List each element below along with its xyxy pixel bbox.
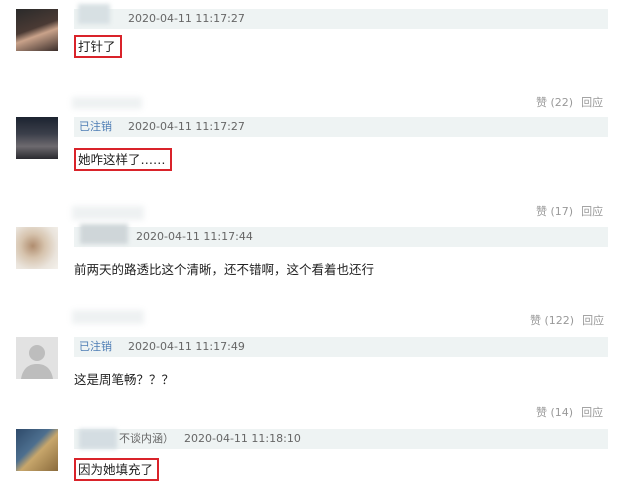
username-deleted[interactable]: 已注销 [79,117,112,137]
avatar-default[interactable] [16,337,58,379]
avatar[interactable] [16,429,58,471]
comment-actions: 赞 (122) 回应 [530,313,604,329]
like-button[interactable]: 赞 (14) [536,406,573,419]
comment-text: 因为她填充了 [74,458,160,481]
reply-button[interactable]: 回应 [582,314,604,327]
comment-timestamp: 2020-04-11 11:17:44 [136,230,253,243]
reply-button[interactable]: 回应 [581,406,603,419]
comment-actions: 赞 (17) 回应 [536,204,603,220]
highlight-box: 因为她填充了 [74,458,160,481]
like-button[interactable]: 赞 (22) [536,96,573,109]
reply-button[interactable]: 回应 [581,205,603,218]
username-deleted[interactable]: 已注销 [79,337,112,357]
like-button[interactable]: 赞 (17) [536,205,573,218]
comment-text: 前两天的路透比这个清晰，还不错啊，这个看着也还行 [74,262,375,277]
comment-text: 打针了 [74,35,122,58]
blurred-region [72,310,144,324]
avatar[interactable] [16,117,58,159]
blurred-region [72,206,144,220]
comment-actions: 赞 (22) 回应 [536,95,603,111]
reply-button[interactable]: 回应 [581,96,603,109]
highlight-box: 打针了 [74,35,122,58]
comment-timestamp: 2020-04-11 11:17:27 [128,12,245,25]
comment-timestamp: 2020-04-11 11:17:49 [128,340,245,353]
username-blurred[interactable] [79,429,117,449]
username-suffix[interactable]: 不谈内涵） [119,429,174,449]
avatar[interactable] [16,227,58,269]
comment-timestamp: 2020-04-11 11:17:27 [128,120,245,133]
avatar[interactable] [16,9,58,51]
blurred-region [72,97,142,109]
username-blurred[interactable] [78,4,110,24]
comment-timestamp: 2020-04-11 11:18:10 [184,432,301,445]
comment-text: 她咋这样了…… [74,148,172,171]
highlight-box: 她咋这样了…… [74,148,172,171]
comment-text: 这是周笔畅？？？ [74,372,175,387]
username-blurred[interactable] [80,224,128,244]
default-user-icon [21,345,53,379]
comment-actions: 赞 (14) 回应 [536,405,603,421]
like-button[interactable]: 赞 (122) [530,314,574,327]
